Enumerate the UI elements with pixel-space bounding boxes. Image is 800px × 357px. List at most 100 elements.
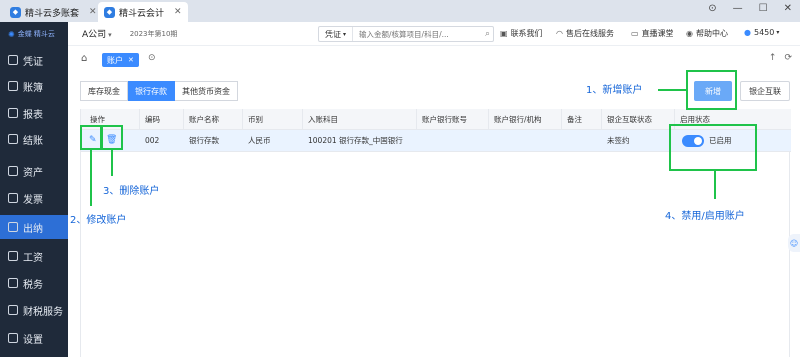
live-class-link[interactable]: ▭ 直播课堂 bbox=[631, 28, 674, 39]
cell-account-no bbox=[417, 130, 422, 152]
tab-label: 精斗云多账套 bbox=[25, 8, 80, 19]
headset-icon: ◠ bbox=[556, 29, 563, 38]
annotation-box-new bbox=[686, 70, 737, 110]
sidebar-item-asset[interactable]: 资产 bbox=[0, 159, 68, 183]
sidebar-item-report[interactable]: 报表 bbox=[0, 101, 68, 125]
sidebar-item-tax[interactable]: 税务 bbox=[0, 271, 68, 295]
user-menu[interactable]: ● 5450 ▾ bbox=[744, 28, 779, 37]
close-icon[interactable]: ✕ bbox=[89, 7, 97, 17]
sidebar-item-voucher[interactable]: 凭证 bbox=[0, 48, 68, 72]
ledger-icon bbox=[8, 81, 18, 91]
tv-icon: ▭ bbox=[631, 29, 639, 38]
chat-icon[interactable]: ☺ bbox=[788, 234, 800, 252]
logo-icon: ✺ bbox=[8, 29, 15, 39]
maximize-icon[interactable]: ☐ bbox=[759, 3, 768, 14]
tax-icon bbox=[8, 278, 18, 288]
column-header: 币别 bbox=[248, 115, 263, 124]
column-header: 编码 bbox=[145, 115, 160, 124]
online-service-link[interactable]: ◠ 售后在线服务 bbox=[556, 28, 614, 39]
tab-cash[interactable]: 库存现金 bbox=[80, 81, 128, 101]
search-icon[interactable]: ⌕ bbox=[485, 29, 490, 39]
invoice-icon bbox=[8, 193, 18, 203]
contact-link[interactable]: ▣ 联系我们 bbox=[500, 28, 543, 39]
home-icon[interactable]: ⌂ bbox=[81, 53, 87, 64]
report-icon bbox=[8, 108, 18, 118]
annotation-line bbox=[658, 89, 686, 91]
cell-bank-status: 未签约 bbox=[607, 136, 630, 145]
sidebar-item-salary[interactable]: 工资 bbox=[0, 244, 68, 268]
close-books-icon bbox=[8, 134, 18, 144]
more-tabs-icon[interactable]: ⊙ bbox=[148, 53, 156, 63]
sidebar-item-cashier[interactable]: 出纳 bbox=[0, 215, 68, 239]
cell-currency: 人民币 bbox=[248, 136, 271, 145]
sidebar-item-close-books[interactable]: 结账 bbox=[0, 127, 68, 151]
window-tab-bar: ◆ 精斗云多账套 ✕ ◆ 精斗云会计 ✕ ⊙ — ☐ ✕ bbox=[0, 0, 800, 22]
chevron-down-icon: ▾ bbox=[108, 31, 112, 39]
app-icon: ◆ bbox=[104, 6, 115, 18]
arrow-up-icon[interactable]: ↑ bbox=[769, 53, 777, 63]
logo: ✺ 金蝶 精斗云 bbox=[8, 29, 55, 39]
minimize-icon[interactable]: — bbox=[733, 3, 743, 14]
asset-icon bbox=[8, 166, 18, 176]
cell-name: 银行存款 bbox=[189, 136, 219, 145]
annotation-toggle-account: 4、禁用/启用账户 bbox=[665, 211, 745, 222]
sidebar-item-ledger[interactable]: 账簿 bbox=[0, 74, 68, 98]
page-tab-bar: ⌂ 账户 ✕ ⊙ ↑ ⟳ bbox=[68, 50, 800, 68]
company-selector[interactable]: A公司 ▾ bbox=[82, 27, 112, 40]
column-header: 银企互联状态 bbox=[607, 115, 652, 124]
header: A公司▾ 2023年第10期 凭证▾ ⌕ ▣联系我们 ◠售后在线服务 ▭直播课堂… bbox=[68, 22, 800, 46]
service-icon bbox=[8, 305, 18, 315]
search-type-select[interactable]: 凭证 ▾ bbox=[319, 27, 354, 41]
refresh-icon[interactable]: ⟳ bbox=[784, 53, 792, 63]
cell-bank bbox=[489, 130, 494, 152]
annotation-line bbox=[90, 150, 92, 206]
app-icon: ◆ bbox=[10, 6, 21, 18]
annotation-edit-account: 2、修改账户 bbox=[70, 215, 127, 226]
salary-icon bbox=[8, 251, 18, 261]
cell-subject: 100201 银行存款_中国银行 bbox=[308, 136, 403, 145]
chevron-down-icon: ▾ bbox=[776, 29, 780, 36]
bank-link-button[interactable]: 银企互联 bbox=[740, 81, 790, 101]
tab-bank-deposit[interactable]: 银行存款 bbox=[128, 81, 175, 101]
tab-other-funds[interactable]: 其他货币资金 bbox=[175, 81, 238, 101]
period-label: 2023年第10期 bbox=[129, 29, 178, 38]
help-icon: ◉ bbox=[686, 29, 693, 38]
search-box: 凭证▾ ⌕ bbox=[318, 26, 494, 42]
sidebar-item-service[interactable]: 财税服务 bbox=[0, 298, 68, 322]
tab-label: 精斗云会计 bbox=[119, 8, 165, 19]
annotation-line bbox=[111, 150, 113, 176]
tab-accounting[interactable]: ◆ 精斗云会计 ✕ bbox=[98, 2, 188, 22]
account-type-tabs: 库存现金 银行存款 其他货币资金 bbox=[80, 81, 238, 101]
chevron-down-icon: ▾ bbox=[343, 30, 347, 38]
window-controls: ⊙ — ☐ ✕ bbox=[708, 3, 792, 14]
column-header: 账户银行账号 bbox=[422, 115, 467, 124]
close-window-icon[interactable]: ✕ bbox=[784, 3, 792, 14]
annotation-box-delete bbox=[101, 125, 123, 150]
cell-remark bbox=[562, 130, 567, 152]
column-header: 账户名称 bbox=[189, 115, 219, 124]
feedback-icon[interactable]: ⊙ bbox=[708, 3, 716, 14]
sidebar-item-invoice[interactable]: 发票 bbox=[0, 186, 68, 210]
cell-code: 002 bbox=[145, 136, 160, 145]
cashier-icon bbox=[8, 222, 18, 232]
settings-icon bbox=[8, 333, 18, 343]
close-icon[interactable]: ✕ bbox=[174, 7, 182, 17]
page-tools: ↑ ⟳ bbox=[769, 53, 792, 63]
close-icon[interactable]: ✕ bbox=[128, 56, 134, 64]
tab-account[interactable]: 账户 ✕ bbox=[102, 53, 139, 67]
annotation-new-account: 1、新增账户 bbox=[586, 85, 643, 96]
voucher-icon bbox=[8, 55, 18, 65]
avatar-icon: ● bbox=[744, 28, 751, 37]
help-center-link[interactable]: ◉ 帮助中心 bbox=[686, 28, 728, 39]
contact-icon: ▣ bbox=[500, 29, 508, 38]
column-header: 账户银行/机构 bbox=[494, 115, 542, 124]
annotation-box-toggle bbox=[669, 124, 757, 171]
sidebar: ✺ 金蝶 精斗云 凭证 账簿 报表 结账 资产 发票 出纳 工资 税务 财税服务… bbox=[0, 22, 68, 357]
annotation-delete-account: 3、删除账户 bbox=[103, 186, 160, 197]
annotation-box-edit bbox=[80, 125, 102, 150]
annotation-line bbox=[714, 171, 716, 199]
sidebar-item-settings[interactable]: 设置 bbox=[0, 326, 68, 350]
tab-multi-ledger[interactable]: ◆ 精斗云多账套 ✕ bbox=[4, 2, 103, 22]
search-input[interactable] bbox=[353, 29, 474, 39]
column-header: 入账科目 bbox=[308, 115, 338, 124]
